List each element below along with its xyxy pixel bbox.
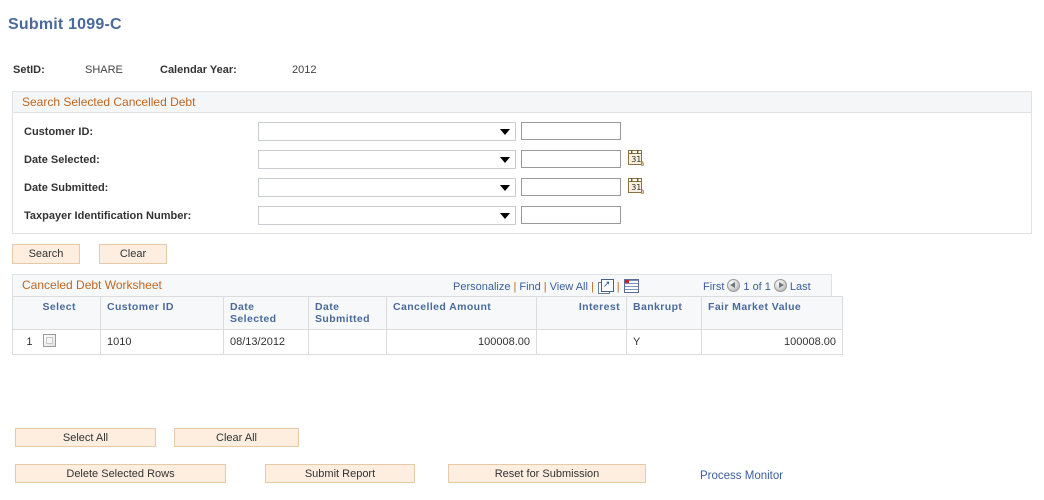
field-row-taxpayer-id: Taxpayer Identification Number: [13, 205, 1031, 233]
date-submitted-operator-select[interactable] [258, 178, 516, 197]
cell-fair-market-value: 100008.00 [701, 329, 843, 355]
clear-button[interactable]: Clear [99, 244, 167, 264]
column-header-customer-id: Customer ID [100, 296, 224, 330]
column-header-bankrupt: Bankrupt [626, 296, 702, 330]
customer-id-operator-select[interactable] [258, 122, 516, 141]
cell-date-selected: 08/13/2012 [223, 329, 309, 355]
calendar-year-value: 2012 [292, 64, 317, 76]
svg-text:31: 31 [631, 183, 641, 192]
date-selected-operator-select[interactable] [258, 150, 516, 169]
customer-id-input[interactable] [521, 122, 621, 140]
download-to-excel-icon[interactable] [623, 279, 639, 293]
field-row-date-selected: Date Selected: 31 [13, 149, 1031, 177]
pager-last-link[interactable]: Last [790, 281, 811, 293]
setid-label: SetID: [13, 64, 45, 76]
customer-id-label: Customer ID: [24, 126, 94, 138]
expand-grid-icon[interactable]: ↗ [597, 279, 614, 294]
find-link[interactable]: Find [519, 281, 540, 293]
previous-page-icon[interactable] [727, 279, 741, 292]
search-group-header: Search Selected Cancelled Debt [12, 91, 1032, 113]
column-header-date-selected: Date Selected [223, 296, 309, 330]
grid-pager: First 1 of 1 Last [703, 279, 811, 293]
grid-toolbar: Personalize | Find | View All | ↗ | [453, 279, 640, 294]
taxpayer-id-operator-select[interactable] [258, 206, 516, 225]
setid-value: SHARE [85, 64, 123, 76]
date-selected-label: Date Selected: [24, 154, 100, 166]
select-all-button[interactable]: Select All [15, 428, 156, 447]
reset-for-submission-button[interactable]: Reset for Submission [448, 464, 646, 483]
search-group-title: Search Selected Cancelled Debt [22, 95, 196, 109]
taxpayer-id-label: Taxpayer Identification Number: [24, 210, 192, 222]
table-row: 1 1010 08/13/2012 100008.00 Y 100008.00 [12, 329, 843, 355]
chevron-down-icon [500, 129, 510, 135]
chevron-down-icon [500, 185, 510, 191]
row-select-checkbox[interactable] [42, 334, 56, 347]
page-title: Submit 1099-C [8, 16, 122, 33]
search-button[interactable]: Search [12, 244, 80, 264]
process-monitor-link[interactable]: Process Monitor [700, 470, 783, 482]
field-row-date-submitted: Date Submitted: 31 [13, 177, 1031, 205]
column-header-date-submitted: Date Submitted [308, 296, 387, 330]
date-submitted-input[interactable] [521, 178, 621, 196]
row-select-cell[interactable] [36, 329, 101, 355]
grid-header-bar: Canceled Debt Worksheet Personalize | Find… [12, 274, 832, 296]
calendar-icon[interactable]: 31 [628, 178, 644, 195]
submit-report-button[interactable]: Submit Report [265, 464, 415, 483]
grid-title: Canceled Debt Worksheet [22, 278, 162, 292]
date-submitted-label: Date Submitted: [24, 182, 109, 194]
pager-first-link[interactable]: First [703, 281, 724, 293]
search-group-body: Customer ID: Date Selected: 31 Date Subm… [12, 113, 1032, 234]
toolbar-separator: | [543, 281, 547, 293]
next-page-icon[interactable] [773, 279, 787, 292]
toolbar-separator: | [616, 281, 620, 293]
column-header-select: Select [36, 296, 101, 330]
column-header-interest: Interest [536, 296, 627, 330]
chevron-down-icon [500, 213, 510, 219]
column-header-rownum [12, 296, 37, 330]
cell-date-submitted [308, 329, 387, 355]
column-header-cancelled-amount: Cancelled Amount [386, 296, 537, 330]
clear-all-button[interactable]: Clear All [174, 428, 299, 447]
field-row-customer-id: Customer ID: [13, 121, 1031, 149]
calendar-icon[interactable]: 31 [628, 150, 644, 167]
cell-interest [536, 329, 627, 355]
row-number: 1 [12, 329, 37, 355]
personalize-link[interactable]: Personalize [453, 281, 510, 293]
chevron-down-icon [500, 157, 510, 163]
date-selected-input[interactable] [521, 150, 621, 168]
key-fields-row: SetID: SHARE Calendar Year: 2012 [0, 64, 1044, 82]
taxpayer-id-input[interactable] [521, 206, 621, 224]
svg-text:31: 31 [631, 155, 641, 164]
column-header-fair-market-value: Fair Market Value [701, 296, 843, 330]
calendar-year-label: Calendar Year: [160, 64, 237, 76]
view-all-link[interactable]: View All [550, 281, 588, 293]
grid-header-row: Select Customer ID Date Selected Date Su… [12, 296, 843, 330]
toolbar-separator: | [513, 281, 517, 293]
cell-customer-id: 1010 [100, 329, 224, 355]
cell-cancelled-amount: 100008.00 [386, 329, 537, 355]
delete-selected-rows-button[interactable]: Delete Selected Rows [15, 464, 226, 483]
canceled-debt-grid: Select Customer ID Date Selected Date Su… [12, 296, 843, 355]
toolbar-separator: | [590, 281, 594, 293]
cell-bankrupt: Y [626, 329, 702, 355]
pager-count: 1 of 1 [743, 281, 771, 293]
